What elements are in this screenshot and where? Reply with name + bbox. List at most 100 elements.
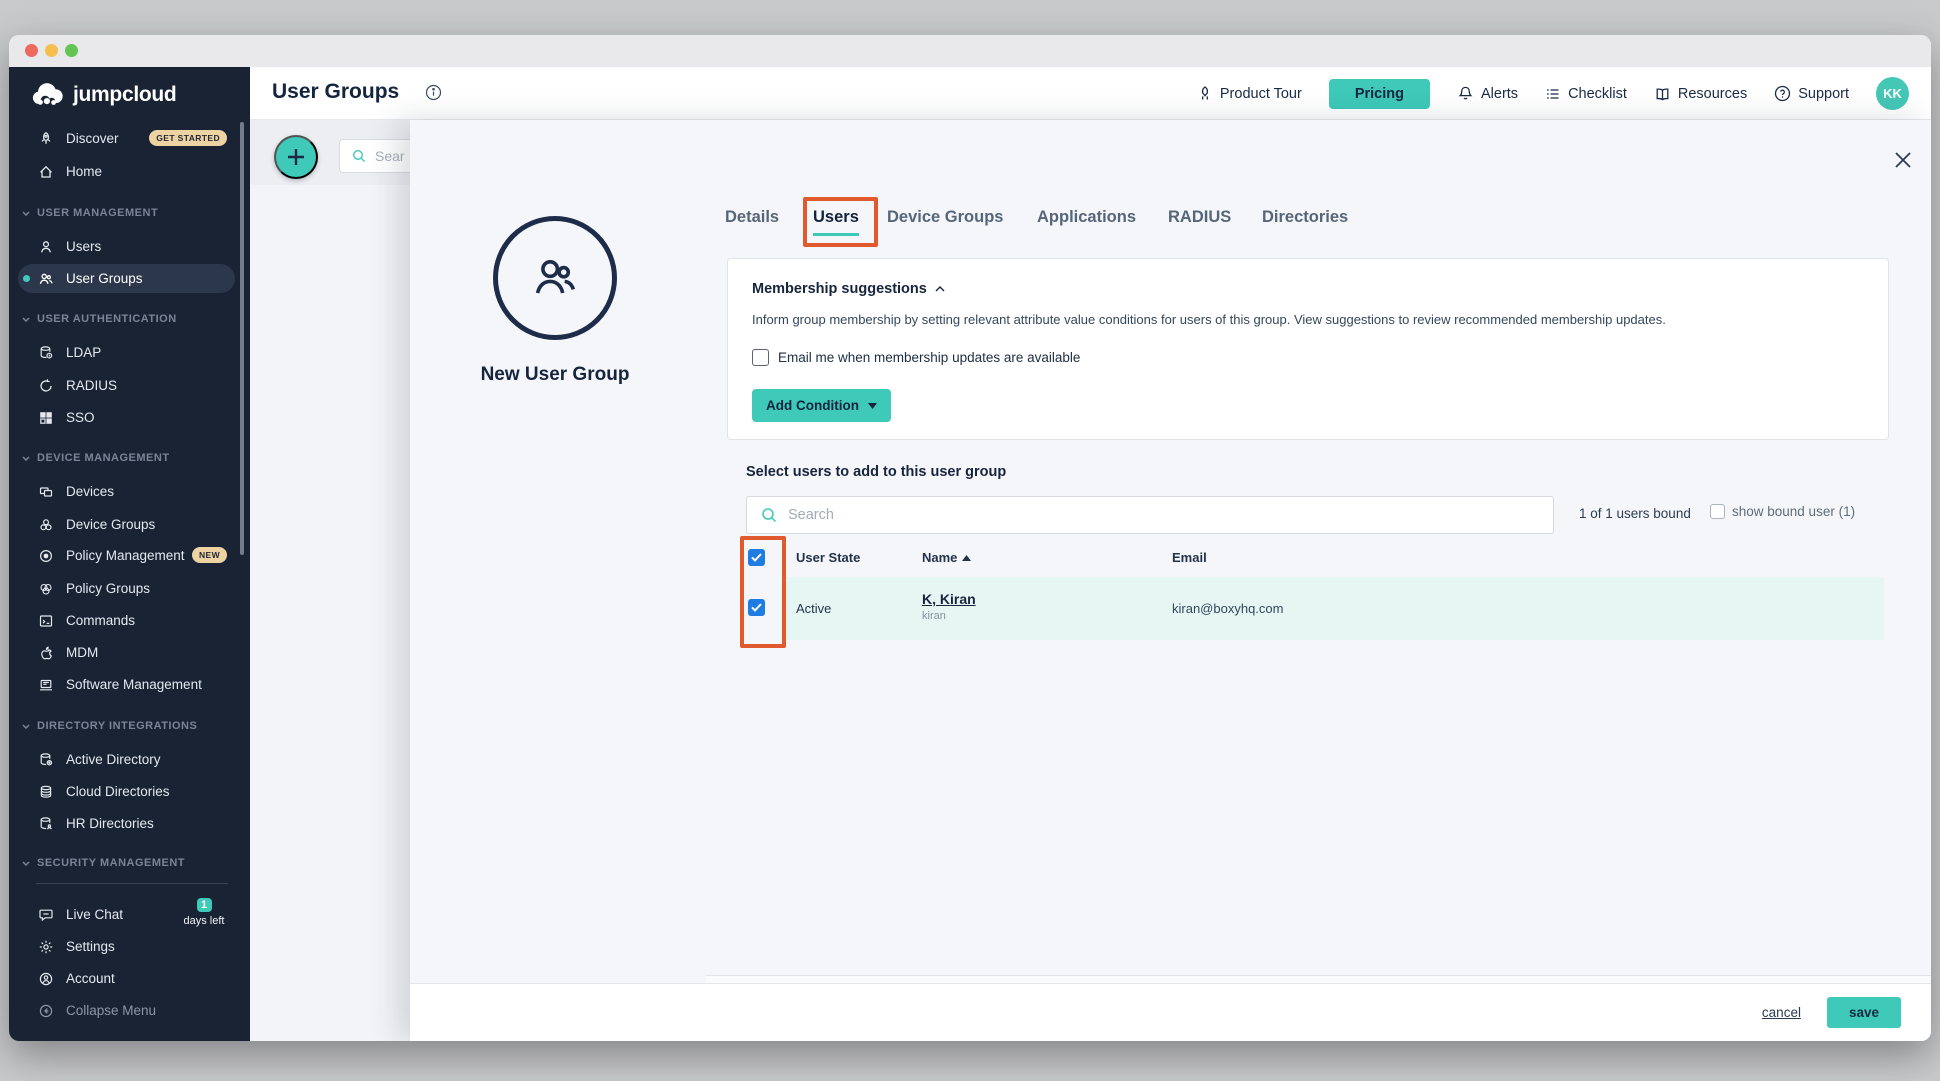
- sidebar-item-devices[interactable]: Devices: [9, 478, 250, 506]
- sidebar-item-radius[interactable]: RADIUS: [9, 372, 250, 400]
- sidebar-item-label: Cloud Directories: [66, 784, 170, 799]
- database-gear-icon: [38, 752, 54, 768]
- column-header-name[interactable]: Name: [922, 550, 971, 565]
- sidebar-item-users[interactable]: Users: [9, 233, 250, 261]
- sidebar-item-collapse-menu[interactable]: Collapse Menu: [9, 997, 250, 1025]
- sidebar-item-policy-groups[interactable]: Policy Groups: [9, 575, 250, 603]
- sidebar-item-label: SSO: [66, 410, 95, 425]
- sidebar-item-device-groups[interactable]: Device Groups: [9, 511, 250, 539]
- user-group-icon: [38, 271, 54, 287]
- sidebar-item-user-groups[interactable]: User Groups: [9, 265, 250, 293]
- sidebar-item-label: MDM: [66, 645, 98, 660]
- support-button[interactable]: Support: [1774, 85, 1849, 102]
- sidebar-item-software-management[interactable]: Software Management: [9, 671, 250, 699]
- question-circle-icon: [1774, 85, 1791, 102]
- sidebar-item-label: Home: [66, 164, 102, 179]
- sidebar-item-home[interactable]: Home: [9, 158, 250, 186]
- sidebar-item-settings[interactable]: Settings: [9, 933, 250, 961]
- cancel-button[interactable]: cancel: [1762, 1005, 1801, 1020]
- window-titlebar: [9, 35, 1931, 67]
- tab-radius[interactable]: RADIUS: [1168, 208, 1231, 227]
- sidebar-item-label: Settings: [66, 939, 115, 954]
- device-group-icon: [38, 517, 54, 533]
- sidebar-item-active-directory[interactable]: Active Directory: [9, 746, 250, 774]
- user-icon: [38, 239, 54, 255]
- sidebar-item-ldap[interactable]: LDAP: [9, 339, 250, 367]
- sidebar-item-label: Devices: [66, 484, 114, 499]
- sidebar-item-mdm[interactable]: MDM: [9, 639, 250, 667]
- sidebar-item-account[interactable]: Account: [9, 965, 250, 993]
- minimize-window-button[interactable]: [45, 44, 58, 57]
- close-icon[interactable]: [1887, 144, 1919, 176]
- jumpcloud-logo[interactable]: jumpcloud: [31, 83, 176, 107]
- stacked-database-icon: [38, 784, 54, 800]
- user-search-input[interactable]: Search: [746, 496, 1554, 534]
- user-state-cell: Active: [796, 601, 831, 616]
- sidebar-item-label: Discover: [66, 131, 119, 146]
- search-icon: [351, 148, 367, 164]
- days-left-badge: 1: [197, 898, 212, 912]
- membership-suggestions-header[interactable]: Membership suggestions: [752, 281, 945, 297]
- new-badge: NEW: [192, 547, 227, 563]
- sidebar-item-label: HR Directories: [66, 816, 154, 831]
- sidebar-section-device-management[interactable]: DEVICE MANAGEMENT: [9, 447, 250, 471]
- email-updates-checkbox[interactable]: [752, 349, 769, 366]
- sidebar-item-label: Collapse Menu: [66, 1003, 156, 1018]
- sidebar-item-hr-directories[interactable]: HR Directories: [9, 810, 250, 838]
- sidebar-item-label: Users: [66, 239, 101, 254]
- cloud-logo-icon: [31, 83, 65, 107]
- sidebar-item-discover[interactable]: Discover GET STARTED: [9, 125, 250, 153]
- chevron-down-icon: [22, 211, 30, 216]
- product-tour-button[interactable]: Product Tour: [1197, 85, 1302, 102]
- alerts-button[interactable]: Alerts: [1457, 85, 1518, 102]
- save-button[interactable]: save: [1827, 997, 1901, 1028]
- sidebar-section-directory-integrations[interactable]: DIRECTORY INTEGRATIONS: [9, 715, 250, 739]
- user-group-icon: [526, 249, 584, 307]
- close-window-button[interactable]: [25, 44, 38, 57]
- sidebar-section-security-management[interactable]: SECURITY MANAGEMENT: [9, 852, 250, 876]
- terminal-icon: [38, 613, 54, 629]
- checklist-button[interactable]: Checklist: [1545, 86, 1627, 102]
- radius-icon: [38, 378, 54, 394]
- chevron-up-icon: [935, 286, 945, 292]
- search-placeholder: Search: [788, 507, 834, 523]
- pricing-button[interactable]: Pricing: [1329, 79, 1430, 109]
- add-group-button[interactable]: [274, 135, 318, 179]
- sidebar-item-policy-management[interactable]: Policy Management NEW: [9, 542, 250, 570]
- column-header-email[interactable]: Email: [1172, 550, 1207, 565]
- sidebar-section-user-management[interactable]: USER MANAGEMENT: [9, 202, 250, 226]
- sidebar-item-label: LDAP: [66, 345, 101, 360]
- tab-device-groups[interactable]: Device Groups: [887, 208, 1003, 227]
- sidebar-item-label: Live Chat: [66, 907, 123, 922]
- sidebar-item-label: User Groups: [66, 271, 143, 286]
- screen: jumpcloud Discover GET STARTED Home USER…: [0, 0, 1940, 1081]
- search-placeholder: Sear: [375, 148, 405, 164]
- add-condition-button[interactable]: Add Condition: [752, 389, 891, 422]
- sidebar-item-sso[interactable]: SSO: [9, 404, 250, 432]
- page-title: User Groups: [272, 80, 399, 104]
- user-name-cell: K, Kiran kiran: [922, 591, 976, 622]
- show-bound-user-checkbox[interactable]: [1710, 504, 1725, 519]
- chevron-down-icon: [22, 317, 30, 322]
- sidebar-item-cloud-directories[interactable]: Cloud Directories: [9, 778, 250, 806]
- sidebar-item-label: RADIUS: [66, 378, 117, 393]
- user-name-link[interactable]: K, Kiran: [922, 591, 976, 607]
- search-icon: [760, 506, 778, 524]
- tab-applications[interactable]: Applications: [1037, 208, 1136, 227]
- panel-footer: cancel save: [410, 983, 1931, 1041]
- resources-button[interactable]: Resources: [1654, 86, 1747, 102]
- table-row[interactable]: Active K, Kiran kiran kiran@boxyhq.com: [736, 577, 1874, 640]
- sidebar-section-user-authentication[interactable]: USER AUTHENTICATION: [9, 308, 250, 332]
- sidebar-item-commands[interactable]: Commands: [9, 607, 250, 635]
- info-icon[interactable]: [425, 84, 442, 101]
- account-icon: [38, 971, 54, 987]
- user-groups-page: Sear New User Group Details Users: [250, 120, 1931, 1041]
- user-avatar[interactable]: KK: [1876, 77, 1909, 110]
- column-header-user-state[interactable]: User State: [796, 550, 860, 565]
- caret-down-icon: [868, 403, 877, 409]
- tab-details[interactable]: Details: [725, 208, 779, 227]
- policy-groups-icon: [38, 581, 54, 597]
- zoom-window-button[interactable]: [65, 44, 78, 57]
- tab-directories[interactable]: Directories: [1262, 208, 1348, 227]
- sort-ascending-icon: [962, 555, 971, 561]
